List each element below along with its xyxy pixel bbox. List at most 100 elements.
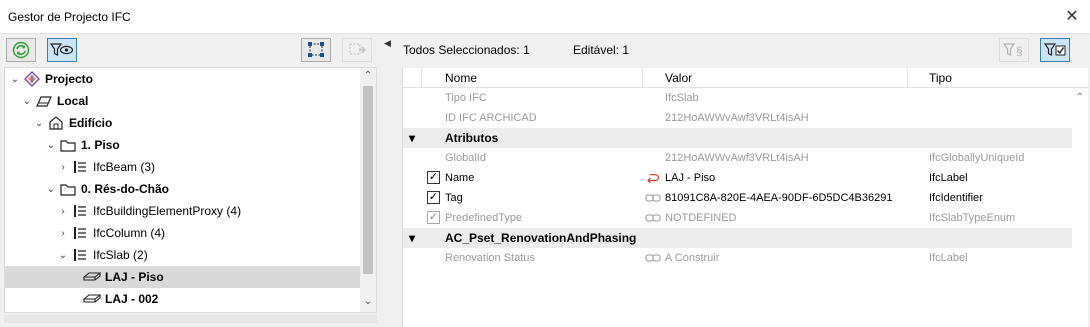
property-group-row[interactable]: ▾ Atributos bbox=[403, 128, 1073, 148]
filter-view-icon bbox=[50, 43, 74, 56]
chevron-down-icon[interactable]: ⌄ bbox=[45, 140, 57, 151]
tree-item[interactable]: ⌄ Edifício bbox=[5, 112, 361, 134]
close-icon[interactable]: ✕ bbox=[1062, 6, 1082, 26]
storey-icon bbox=[59, 137, 77, 153]
property-name: Renovation Status bbox=[445, 252, 535, 264]
tree-item[interactable]: › IfcBuildingElementProxy (4) bbox=[5, 200, 361, 222]
property-name: PredefinedType bbox=[445, 212, 523, 224]
property-value-text: LAJ - Piso bbox=[665, 172, 716, 184]
collapse-chevron-icon[interactable]: ▾ bbox=[409, 131, 415, 145]
tree-item[interactable]: ⌄ 0. Rés-do-Chão bbox=[5, 178, 361, 200]
property-value-text: 212HoAWWvAwf3VRLt4isAH bbox=[665, 152, 809, 164]
tree-item[interactable]: › IfcBeam (3) bbox=[5, 156, 361, 178]
property-type: IfcLabel bbox=[929, 172, 968, 184]
return-icon bbox=[645, 172, 665, 184]
select-disabled-button[interactable] bbox=[342, 38, 372, 62]
header-value[interactable]: Valor bbox=[665, 71, 692, 85]
scroll-up-icon[interactable]: ⌃ bbox=[360, 68, 376, 84]
property-row[interactable]: ✓ Name LAJ - Piso IfcLabel bbox=[403, 168, 1073, 188]
property-name: GlobalId bbox=[445, 152, 486, 164]
collapse-chevron-icon[interactable]: ▾ bbox=[409, 231, 415, 245]
link-icon bbox=[645, 212, 665, 224]
tree-scrollbar[interactable]: ⌃ ⌄ bbox=[360, 68, 376, 312]
property-row[interactable]: Renovation Status A Construir IfcLabel bbox=[403, 248, 1073, 268]
list-icon bbox=[71, 247, 89, 263]
tree-item-label: Projecto bbox=[45, 72, 94, 86]
tree-item-label: IfcBuildingElementProxy (4) bbox=[93, 204, 242, 218]
list-icon bbox=[71, 225, 89, 241]
property-row[interactable]: ID IFC ARCHICAD 212HoAWWvAwf3VRLt4isAH bbox=[403, 108, 1073, 128]
header-name[interactable]: Nome bbox=[445, 71, 477, 85]
property-row[interactable]: GlobalId 212HoAWWvAwf3VRLt4isAH IfcGloball… bbox=[403, 148, 1073, 168]
scroll-thumb[interactable] bbox=[363, 86, 373, 274]
filter-checked-icon bbox=[1044, 43, 1066, 56]
tree-item-label: IfcColumn (4) bbox=[93, 226, 166, 240]
link-icon bbox=[645, 192, 665, 204]
property-group-row[interactable]: ▾ AC_Pset_RenovationAndPhasing bbox=[403, 228, 1073, 248]
scroll-down-icon[interactable]: ⌄ bbox=[360, 294, 376, 310]
property-group-label: Atributos bbox=[445, 131, 499, 145]
chevron-down-icon[interactable]: ⌄ bbox=[57, 250, 69, 261]
property-grid: Nome Valor Tipo Tipo IFC IfcSlab ID IFC AR… bbox=[402, 68, 1089, 327]
property-value[interactable]: 81091C8A-820E-4AEA-90DF-6D5DC4B36291 bbox=[645, 192, 892, 204]
tree-item[interactable]: ⌄ Projecto bbox=[5, 68, 361, 90]
property-row[interactable]: ✓ Tag 81091C8A-820E-4AEA-90DF-6D5DC4B36291… bbox=[403, 188, 1073, 208]
slab-icon bbox=[83, 269, 101, 285]
filter-parameter-button[interactable]: § bbox=[999, 38, 1029, 62]
chevron-right-icon[interactable]: › bbox=[57, 206, 69, 217]
property-value: NOTDEFINED bbox=[645, 212, 737, 224]
property-value-text: 212HoAWWvAwf3VRLt4isAH bbox=[665, 112, 809, 124]
tree-item-label: IfcBeam (3) bbox=[93, 160, 156, 174]
tree-item-label: Edifício bbox=[69, 116, 113, 130]
property-value: 212HoAWWvAwf3VRLt4isAH bbox=[665, 112, 809, 124]
property-value-text: 81091C8A-820E-4AEA-90DF-6D5DC4B36291 bbox=[665, 192, 893, 204]
tree-item-label: 0. Rés-do-Chão bbox=[81, 182, 170, 196]
all-selected-label: Todos Seleccionados: 1 bbox=[403, 43, 530, 57]
property-name: Tipo IFC bbox=[445, 92, 487, 104]
refresh-icon bbox=[12, 41, 30, 59]
property-checkbox[interactable]: ✓ bbox=[427, 211, 440, 224]
tree-item[interactable]: LAJ - 002 bbox=[5, 288, 361, 310]
tree-horizontal-scrollbar[interactable] bbox=[4, 315, 377, 323]
property-row[interactable]: ✓ PredefinedType NOTDEFINED IfcSlabTypeEnum bbox=[403, 208, 1073, 228]
tree-item-label: LAJ - 002 bbox=[105, 292, 159, 306]
collapse-arrow-icon[interactable]: ◀ bbox=[384, 38, 391, 49]
grid-scrollbar[interactable]: ⌃ bbox=[1072, 88, 1088, 327]
tree-item-label: LAJ - Piso bbox=[105, 270, 164, 284]
chevron-right-icon[interactable]: › bbox=[57, 162, 69, 173]
slab-icon bbox=[83, 291, 101, 307]
chevron-down-icon[interactable]: ⌄ bbox=[21, 96, 33, 107]
editable-label: Editável: 1 bbox=[573, 43, 630, 57]
property-checkbox[interactable]: ✓ bbox=[427, 191, 440, 204]
list-icon bbox=[71, 159, 89, 175]
property-row[interactable]: Tipo IFC IfcSlab bbox=[403, 88, 1073, 108]
filter-checked-button[interactable] bbox=[1040, 38, 1070, 62]
tree-item[interactable]: ⌄ Local bbox=[5, 90, 361, 112]
tree-item[interactable]: LAJ - Piso bbox=[5, 266, 361, 288]
filter-view-button[interactable] bbox=[47, 38, 77, 62]
storey-icon bbox=[59, 181, 77, 197]
tree-item[interactable]: ⌄ IfcSlab (2) bbox=[5, 244, 361, 266]
property-value[interactable]: LAJ - Piso bbox=[645, 172, 715, 184]
tree-item[interactable]: › IfcColumn (4) bbox=[5, 222, 361, 244]
tree-item[interactable]: ⌄ 1. Piso bbox=[5, 134, 361, 156]
grid-header: Nome Valor Tipo bbox=[403, 68, 1089, 88]
property-checkbox[interactable]: ✓ bbox=[427, 171, 440, 184]
property-value: 212HoAWWvAwf3VRLt4isAH bbox=[665, 152, 809, 164]
property-name: ID IFC ARCHICAD bbox=[445, 112, 537, 124]
svg-text:§: § bbox=[1016, 44, 1023, 58]
refresh-button[interactable] bbox=[6, 38, 36, 62]
chevron-down-icon[interactable]: ⌄ bbox=[33, 118, 45, 129]
chevron-right-icon[interactable]: › bbox=[57, 228, 69, 239]
grid-scroll-up-icon[interactable]: ⌃ bbox=[1072, 92, 1088, 103]
property-type: IfcLabel bbox=[929, 252, 968, 264]
chevron-down-icon[interactable]: ⌄ bbox=[9, 74, 21, 85]
filter-parameter-icon: § bbox=[1003, 43, 1023, 58]
properties-pane: Todos Seleccionados: 1 Editável: 1 § Nom… bbox=[392, 34, 1090, 327]
pane-splitter[interactable]: ◀ bbox=[384, 34, 392, 327]
select-elements-button[interactable] bbox=[301, 38, 331, 62]
link-icon bbox=[645, 252, 665, 264]
property-value-text: IfcSlab bbox=[665, 92, 699, 104]
header-type[interactable]: Tipo bbox=[929, 71, 952, 85]
chevron-down-icon[interactable]: ⌄ bbox=[45, 184, 57, 195]
